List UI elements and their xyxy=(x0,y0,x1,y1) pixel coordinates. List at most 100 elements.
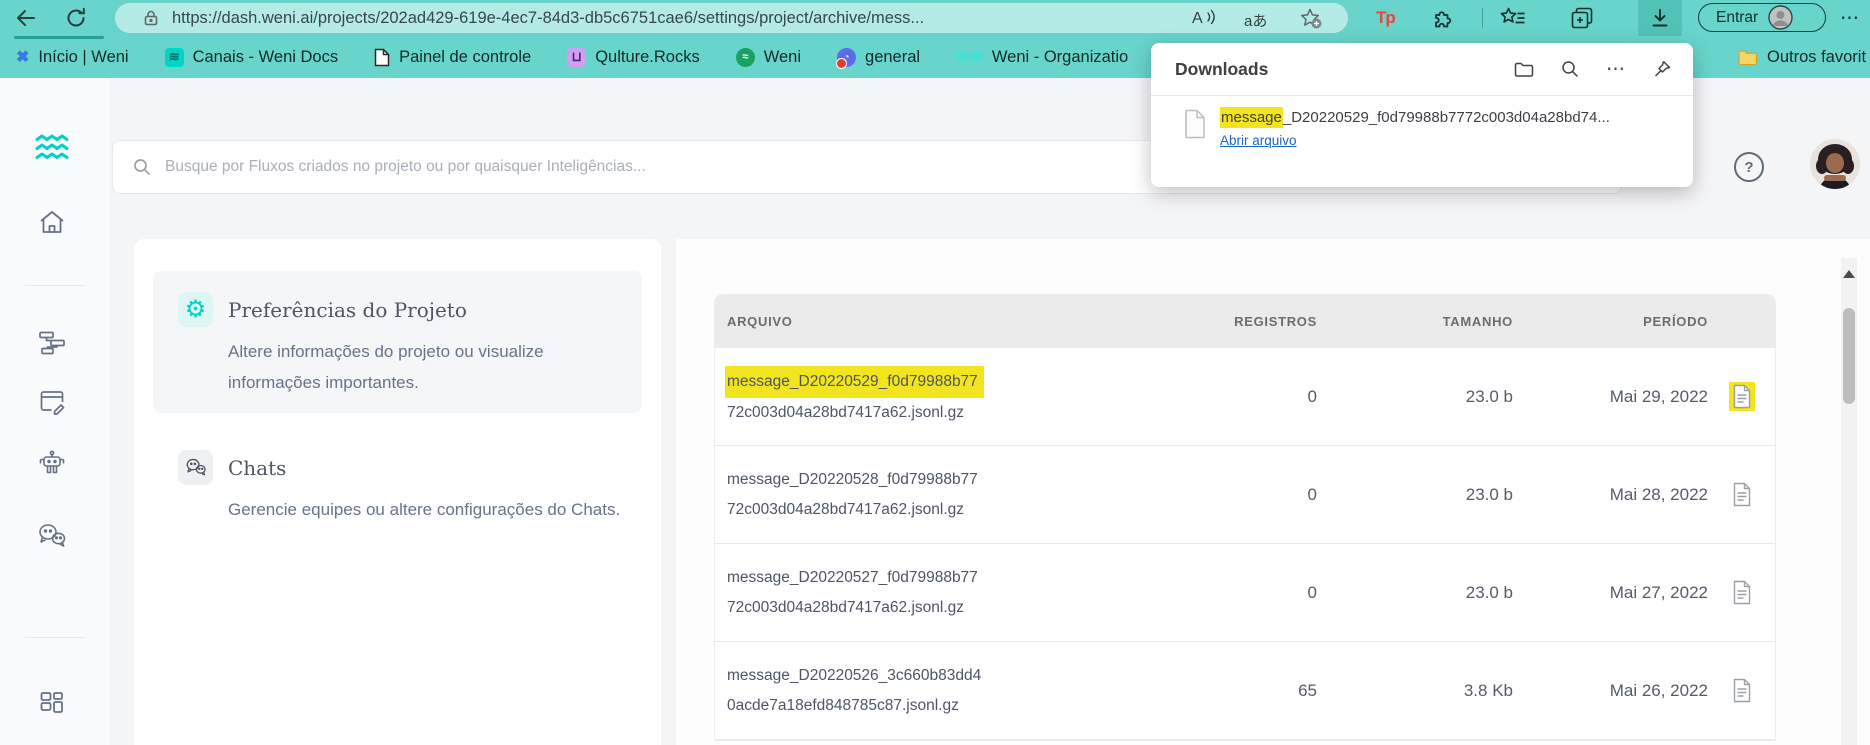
download-archive-icon[interactable] xyxy=(1729,578,1755,607)
sidebar-chats-icon[interactable] xyxy=(37,523,67,549)
nav-item-title: Preferências do Projeto xyxy=(228,297,467,322)
pin-downloads-icon[interactable] xyxy=(1653,60,1671,78)
bookmarks-list: ✖ Início | Weni ≋ Canais - Weni Docs Pai… xyxy=(16,36,1128,78)
nav-item-description: Altere informações do projeto ou visuali… xyxy=(228,342,544,392)
periodo-value: Mai 26, 2022 xyxy=(1609,680,1708,700)
periodo-value: Mai 29, 2022 xyxy=(1609,386,1708,406)
download-archive-icon[interactable] xyxy=(1729,480,1755,509)
sidebar-apps-grid-icon[interactable] xyxy=(39,689,66,716)
periodo-value: Mai 28, 2022 xyxy=(1609,484,1708,504)
sidebar-bot-icon[interactable] xyxy=(38,450,66,477)
scrollbar-thumb[interactable] xyxy=(1843,308,1855,404)
profile-placeholder-icon xyxy=(1768,5,1793,30)
sidebar-home-icon[interactable] xyxy=(38,209,66,235)
sidebar-flows-icon[interactable] xyxy=(38,330,66,356)
nav-item-description: Gerencie equipes ou altere configurações… xyxy=(228,500,621,519)
collections-icon[interactable] xyxy=(1570,6,1594,30)
download-archive-icon[interactable] xyxy=(1729,676,1755,705)
scrollbar-up-arrow[interactable] xyxy=(1843,270,1855,278)
table-row[interactable]: message_D20220526_3c660b83dd4 0acde7a18ef… xyxy=(715,642,1775,740)
archive-table-body: message_D20220529_f0d79988b77 72c003d04a2… xyxy=(715,348,1775,740)
bookmark-weni-x[interactable]: ✖ Início | Weni xyxy=(16,47,129,67)
weni-docs-favicon: ≋ xyxy=(164,47,184,67)
tamanho-value: 3.8 Kb xyxy=(1463,680,1513,700)
sidebar-studio-icon[interactable] xyxy=(39,389,66,415)
download-filename: message_D20220529_f0d79988b7772c003d04a2… xyxy=(1220,107,1610,128)
downloads-title: Downloads xyxy=(1175,58,1269,79)
registros-value: 0 xyxy=(1307,386,1317,406)
other-favorites[interactable]: Outros favorit xyxy=(1738,36,1866,78)
nav-item-title: Chats xyxy=(228,455,287,480)
page-favicon xyxy=(374,48,390,67)
weni-green-favicon: ≈ xyxy=(735,47,755,67)
bookmark-weni-waves[interactable]: ≋≋ Weni - Organizatio xyxy=(956,47,1128,67)
archive-filename: message_D20220529_f0d79988b77 72c003d04a2… xyxy=(715,365,1100,428)
browser-menu-icon[interactable]: ⋯ xyxy=(1840,0,1860,36)
favorites-list-icon[interactable] xyxy=(1500,7,1526,29)
tampermonkey-extension-icon[interactable]: Tp xyxy=(1376,8,1396,28)
user-avatar[interactable] xyxy=(1810,139,1860,189)
column-periodo: PERÍODO xyxy=(1643,314,1708,329)
lock-icon[interactable] xyxy=(142,9,160,27)
search-icon xyxy=(132,157,152,177)
column-registros: REGISTROS xyxy=(1234,314,1317,329)
nav-item-project-preferences[interactable]: ⚙ Preferências do Projeto Altere informa… xyxy=(153,271,642,413)
archive-table-header: ARQUIVO REGISTROS TAMANHO PERÍODO xyxy=(715,295,1775,348)
downloads-button-active[interactable] xyxy=(1638,0,1682,36)
folder-icon xyxy=(1738,49,1758,66)
registros-value: 0 xyxy=(1307,484,1317,504)
sidebar-divider xyxy=(25,285,85,286)
bookmark-chat-general[interactable]: ◔ general xyxy=(836,47,920,69)
back-icon[interactable] xyxy=(14,6,38,30)
add-favorite-icon[interactable] xyxy=(1300,8,1322,29)
sidebar-divider xyxy=(25,637,85,638)
toolbar-separator xyxy=(1482,8,1483,28)
download-item[interactable]: message_D20220529_f0d79988b7772c003d04a2… xyxy=(1151,96,1693,150)
chat-general-favicon: ◔ xyxy=(836,47,857,69)
refresh-icon[interactable] xyxy=(64,6,88,30)
archive-table: ARQUIVO REGISTROS TAMANHO PERÍODO messag… xyxy=(715,295,1775,740)
nav-item-chats[interactable]: Chats Gerencie equipes ou altere configu… xyxy=(153,429,642,579)
gear-icon: ⚙ xyxy=(178,292,213,327)
open-file-link[interactable]: Abrir arquivo xyxy=(1220,133,1297,148)
read-aloud-icon[interactable]: A xyxy=(1192,7,1218,29)
svg-text:A: A xyxy=(1192,10,1203,27)
qulture-favicon: ⊔ xyxy=(567,47,587,67)
downloads-more-options-icon[interactable]: ⋯ xyxy=(1606,58,1626,81)
help-button[interactable]: ? xyxy=(1734,152,1764,182)
extensions-puzzle-icon[interactable] xyxy=(1432,7,1455,30)
settings-nav-panel: ⚙ Preferências do Projeto Altere informa… xyxy=(134,239,661,745)
registros-value: 0 xyxy=(1307,582,1317,602)
column-tamanho: TAMANHO xyxy=(1442,314,1513,329)
table-row[interactable]: message_D20220527_f0d79988b77 72c003d04a2… xyxy=(715,544,1775,642)
archive-filename: message_D20220528_f0d79988b77 72c003d04a2… xyxy=(727,470,978,518)
bookmark-weni-docs[interactable]: ≋ Canais - Weni Docs xyxy=(164,47,338,67)
sign-in-button[interactable]: Entrar xyxy=(1698,3,1826,32)
bookmark-qulture[interactable]: ⊔ Qulture.Rocks xyxy=(567,47,700,67)
address-bar[interactable]: https://dash.weni.ai/projects/202ad429-6… xyxy=(115,3,1348,33)
sign-in-label: Entrar xyxy=(1716,8,1759,26)
browser-toolbar: https://dash.weni.ai/projects/202ad429-6… xyxy=(0,0,1870,36)
bookmark-weni-green[interactable]: ≈ Weni xyxy=(735,47,801,67)
periodo-value: Mai 27, 2022 xyxy=(1609,582,1708,602)
downloads-popup-header: Downloads ⋯ xyxy=(1151,43,1693,96)
weni-x-favicon: ✖ xyxy=(16,49,30,66)
tamanho-value: 23.0 b xyxy=(1465,582,1513,602)
table-row[interactable]: message_D20220529_f0d79988b77 72c003d04a2… xyxy=(715,348,1775,446)
app-sidebar xyxy=(0,78,110,745)
url-text[interactable]: https://dash.weni.ai/projects/202ad429-6… xyxy=(172,3,924,33)
search-downloads-icon[interactable] xyxy=(1561,60,1579,78)
other-favorites-label: Outros favorit xyxy=(1767,47,1867,66)
tamanho-value: 23.0 b xyxy=(1465,484,1513,504)
registros-value: 65 xyxy=(1298,680,1317,700)
download-archive-icon[interactable] xyxy=(1728,382,1755,411)
weni-waves-favicon: ≋≋ xyxy=(956,49,983,66)
bookmark-page[interactable]: Painel de controle xyxy=(374,48,531,67)
archive-filename: message_D20220527_f0d79988b77 72c003d04a2… xyxy=(727,568,978,616)
screen: https://dash.weni.ai/projects/202ad429-6… xyxy=(0,0,1870,745)
weni-logo[interactable] xyxy=(34,133,70,161)
archive-filename: message_D20220526_3c660b83dd4 0acde7a18ef… xyxy=(727,666,982,714)
translate-icon[interactable]: aあ xyxy=(1244,10,1267,31)
table-row[interactable]: message_D20220528_f0d79988b77 72c003d04a2… xyxy=(715,446,1775,544)
open-downloads-folder-icon[interactable] xyxy=(1514,61,1534,78)
